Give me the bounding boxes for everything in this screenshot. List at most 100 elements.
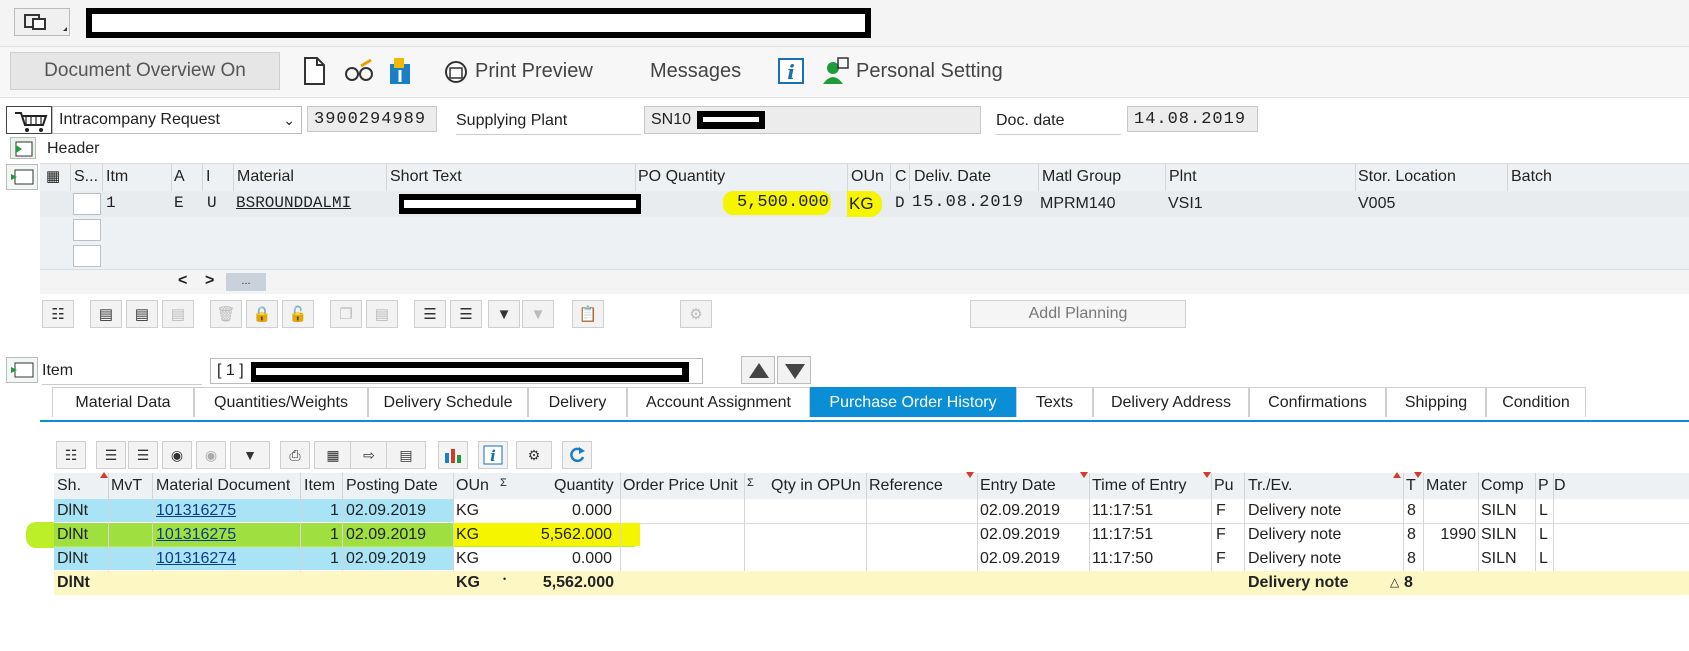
col-reference[interactable]: Reference — [869, 477, 943, 495]
personal-setting-button[interactable]: Personal Setting — [856, 60, 1003, 83]
delete-filter-button[interactable]: ▼ — [522, 300, 554, 328]
col-tr-ev[interactable]: Tr./Ev. — [1248, 477, 1292, 495]
col-d[interactable]: D — [1554, 477, 1566, 495]
col-mvt[interactable]: MvT — [111, 477, 142, 495]
col-oun[interactable]: OUn — [456, 477, 489, 495]
refresh-button[interactable] — [562, 441, 592, 469]
col-po-quantity[interactable]: PO Quantity — [638, 168, 725, 186]
scroll-right-button[interactable]: > — [205, 272, 214, 290]
col-material[interactable]: Material — [237, 168, 294, 186]
tab-delivery[interactable]: Delivery — [528, 387, 627, 417]
tab-texts[interactable]: Texts — [1016, 387, 1093, 417]
previous-item-button[interactable] — [741, 356, 775, 384]
export-button[interactable]: ⇨ — [350, 441, 388, 469]
personal-setting-icon[interactable] — [822, 56, 850, 86]
sort-descending-button[interactable]: ☰ — [128, 441, 158, 469]
col-i[interactable]: I — [206, 168, 210, 186]
col-comp[interactable]: Comp — [1481, 477, 1524, 495]
col-p[interactable]: P — [1538, 477, 1549, 495]
tab-purchase-order-history[interactable]: Purchase Order History — [810, 387, 1016, 417]
filter-button[interactable]: ▼ — [488, 300, 520, 328]
header-expand-button[interactable] — [10, 137, 36, 159]
col-a[interactable]: A — [174, 168, 185, 186]
print-preview-icon[interactable] — [442, 56, 470, 86]
select-block-button[interactable]: ▤ — [126, 300, 158, 328]
copy-button[interactable]: ❐ — [330, 300, 362, 328]
scroll-thumb[interactable]: ... — [226, 273, 266, 291]
settings-button[interactable]: ⚙ — [516, 441, 552, 469]
col-s[interactable]: S... — [74, 168, 98, 186]
row-material-document[interactable]: 101316275 — [156, 526, 236, 544]
document-overview-button[interactable]: Document Overview On — [10, 52, 280, 90]
hold-icon[interactable] — [386, 56, 416, 86]
cart-button[interactable] — [6, 106, 52, 134]
row-select-checkbox[interactable] — [73, 219, 101, 241]
empty-row[interactable] — [40, 217, 1689, 244]
tab-shipping[interactable]: Shipping — [1386, 387, 1486, 417]
col-stor-location[interactable]: Stor. Location — [1358, 168, 1456, 186]
print-preview-button[interactable]: ▦ — [314, 441, 352, 469]
messages-button[interactable]: Messages — [650, 60, 741, 83]
row-select-checkbox[interactable] — [73, 245, 101, 267]
print-preview-button[interactable]: Print Preview — [475, 60, 593, 83]
layout-button[interactable]: ▤ — [386, 441, 426, 469]
col-short-text[interactable]: Short Text — [390, 168, 462, 186]
col-mater[interactable]: Mater — [1426, 477, 1467, 495]
col-sh[interactable]: Sh. — [57, 477, 81, 495]
new-document-icon[interactable] — [300, 56, 328, 86]
col-quantity[interactable]: Quantity — [554, 477, 614, 495]
item-material[interactable]: BSROUNDDALMI — [236, 194, 382, 212]
info-button[interactable]: i — [478, 441, 508, 469]
col-plnt[interactable]: Plnt — [1169, 168, 1197, 186]
sort-ascending-button[interactable]: ☰ — [414, 300, 446, 328]
row-material-document[interactable]: 101316274 — [156, 550, 236, 568]
scroll-left-button[interactable]: < — [178, 272, 187, 290]
tab-delivery-address[interactable]: Delivery Address — [1093, 387, 1249, 417]
item-expand-button[interactable] — [6, 357, 38, 383]
print-button[interactable]: ⎙ — [280, 441, 310, 469]
details-button[interactable]: ☷ — [56, 441, 86, 469]
find-button[interactable]: ◉ — [162, 441, 192, 469]
tab-account-assignment[interactable]: Account Assignment — [627, 387, 810, 417]
deselect-button[interactable]: ▤ — [162, 300, 194, 328]
item-overview-toggle[interactable] — [6, 164, 38, 190]
tab-material-data[interactable]: Material Data — [52, 387, 194, 417]
col-batch[interactable]: Batch — [1511, 168, 1552, 186]
col-qty-in-opun[interactable]: Qty in OPUn — [771, 477, 861, 495]
menu-icon-button[interactable] — [14, 8, 70, 36]
sort-ascending-button[interactable]: ☰ — [96, 441, 126, 469]
filter-button[interactable]: ▼ — [230, 441, 270, 469]
tab-condition[interactable]: Condition — [1486, 387, 1586, 417]
col-entry-date[interactable]: Entry Date — [980, 477, 1056, 495]
col-time-of-entry[interactable]: Time of Entry — [1092, 477, 1187, 495]
item-row[interactable]: 1 E U BSROUNDDALMI 5,500.000 KG D 15.08.… — [40, 191, 1689, 218]
col-posting-date[interactable]: Posting Date — [346, 477, 438, 495]
details-button[interactable]: ☷ — [42, 300, 74, 328]
col-item[interactable]: Item — [304, 477, 335, 495]
tab-confirmations[interactable]: Confirmations — [1249, 387, 1386, 417]
find-next-button[interactable]: ◉ — [196, 441, 226, 469]
default-values-button[interactable]: ⚙ — [680, 300, 712, 328]
col-oun[interactable]: OUn — [851, 168, 884, 186]
col-deliv-date[interactable]: Deliv. Date — [914, 168, 991, 186]
empty-row[interactable] — [40, 243, 1689, 270]
select-all-button[interactable]: ▤ — [90, 300, 122, 328]
next-item-button[interactable] — [777, 356, 811, 384]
split-button[interactable]: ▤ — [366, 300, 398, 328]
unlock-button[interactable]: 🔓 — [282, 300, 314, 328]
chart-button[interactable] — [438, 441, 468, 469]
item-selector[interactable]: [ 1 ] — [210, 358, 703, 384]
row-select-checkbox[interactable] — [73, 193, 101, 215]
lock-button[interactable]: 🔒 — [246, 300, 278, 328]
display-glasses-icon[interactable] — [343, 56, 375, 86]
tab-quantities-weights[interactable]: Quantities/Weights — [194, 387, 368, 417]
row-material-document[interactable]: 101316275 — [156, 502, 236, 520]
grid-settings-icon[interactable]: ▦ — [46, 167, 60, 185]
col-material-document[interactable]: Material Document — [156, 477, 290, 495]
delete-button[interactable]: 🗑 — [210, 300, 242, 328]
col-matl-group[interactable]: Matl Group — [1042, 168, 1121, 186]
col-t[interactable]: T — [1406, 477, 1416, 495]
col-itm[interactable]: Itm — [106, 168, 128, 186]
attachment-button[interactable]: 📋 — [572, 300, 604, 328]
col-c[interactable]: C — [895, 168, 907, 186]
